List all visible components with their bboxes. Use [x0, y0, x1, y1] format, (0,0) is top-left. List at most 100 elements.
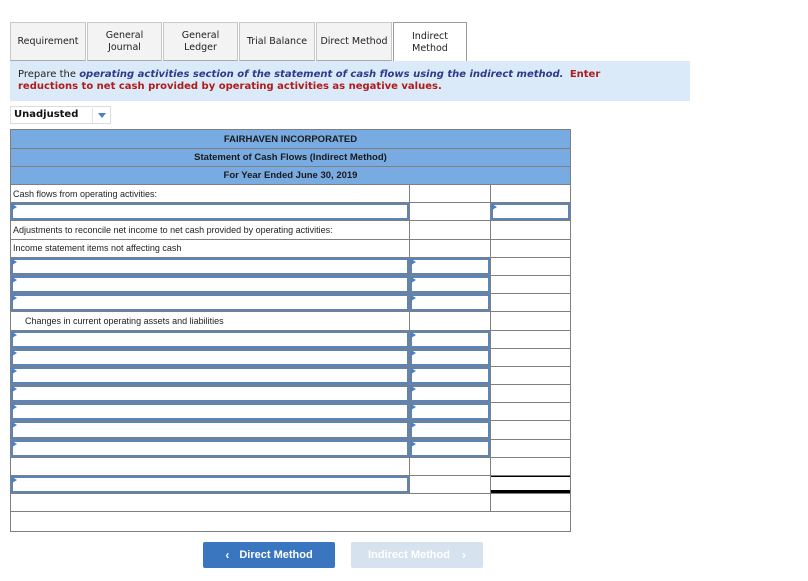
- label-cell: [11, 421, 410, 439]
- value-cell: [491, 203, 570, 221]
- change-item-amount-input[interactable]: [410, 348, 490, 366]
- table-row: Cash flows from operating activities:: [11, 185, 570, 204]
- value-cell: [410, 439, 491, 457]
- change-item-amount-input[interactable]: [410, 330, 490, 348]
- noncash-item-label-input[interactable]: [11, 294, 409, 312]
- change-item-amount-input[interactable]: [410, 439, 490, 457]
- table-row: [11, 421, 570, 440]
- empty-cell: [410, 476, 491, 494]
- empty-cell: [491, 421, 570, 438]
- change-item-label-input[interactable]: [11, 385, 409, 403]
- button-label: Indirect Method: [368, 549, 450, 561]
- select-value: Unadjusted: [14, 109, 79, 120]
- change-item-label-input[interactable]: [11, 366, 409, 385]
- value-cell: [410, 421, 491, 439]
- table-row: [11, 348, 570, 367]
- empty-cell: [491, 240, 570, 257]
- tab-general-journal[interactable]: General Journal: [87, 22, 162, 61]
- empty-cell: [491, 294, 570, 311]
- tab-label: Requirement: [17, 35, 79, 47]
- table-row: Changes in current operating assets and …: [11, 312, 570, 331]
- cash-flow-statement-table: FAIRHAVEN INCORPORATED Statement of Cash…: [10, 129, 571, 532]
- section-label-noncash-items: Income statement items not affecting cas…: [11, 239, 410, 257]
- value-cell: [410, 366, 491, 385]
- value-cell: [410, 275, 491, 294]
- change-item-amount-input[interactable]: [410, 421, 490, 439]
- label-cell: [11, 476, 410, 494]
- instruction-note-start: Enter: [569, 69, 601, 80]
- empty-cell: [491, 494, 570, 511]
- table-row: [11, 275, 570, 295]
- next-indirect-method-button[interactable]: Indirect Method ›: [351, 542, 483, 568]
- noncash-item-amount-input[interactable]: [410, 275, 490, 294]
- table-row: [11, 257, 570, 276]
- value-cell: [410, 257, 491, 275]
- empty-cell: [491, 312, 570, 329]
- table-row: [11, 385, 570, 404]
- tab-label: General Journal: [105, 29, 144, 53]
- prev-direct-method-button[interactable]: ‹ Direct Method: [203, 542, 335, 568]
- empty-cell: [491, 221, 570, 238]
- section-label-operating: Cash flows from operating activities:: [11, 185, 410, 203]
- label-cell: [11, 403, 410, 421]
- change-item-label-input[interactable]: [11, 439, 409, 457]
- empty-cell: [410, 203, 491, 221]
- chevron-down-icon[interactable]: [98, 113, 106, 118]
- value-cell: [410, 294, 491, 312]
- change-item-label-input[interactable]: [11, 421, 409, 439]
- change-item-label-input[interactable]: [11, 330, 409, 348]
- noncash-item-amount-input[interactable]: [410, 294, 490, 312]
- table-row: [11, 330, 570, 349]
- table-row: [11, 494, 570, 513]
- label-cell: [11, 366, 410, 385]
- tab-label: Indirect Method: [412, 30, 448, 54]
- empty-cell: [491, 367, 570, 384]
- label-cell: [11, 257, 410, 275]
- empty-cell: [491, 440, 570, 457]
- statement-title-header: Statement of Cash Flows (Indirect Method…: [11, 149, 570, 167]
- chevron-right-icon: ›: [461, 548, 466, 562]
- instruction-banner: Prepare the operating activities section…: [10, 61, 690, 101]
- empty-cell: [11, 512, 570, 530]
- table-row: [11, 294, 570, 313]
- noncash-item-label-input[interactable]: [11, 257, 409, 275]
- empty-cell: [491, 331, 570, 348]
- tab-direct-method[interactable]: Direct Method: [316, 22, 392, 61]
- table-row: [11, 203, 570, 222]
- net-cash-total-label-input[interactable]: [11, 476, 409, 494]
- value-cell: [410, 348, 491, 366]
- label-cell: [11, 348, 410, 366]
- empty-cell: [410, 221, 491, 239]
- empty-cell: [11, 494, 491, 512]
- tab-general-ledger[interactable]: General Ledger: [163, 22, 238, 61]
- noncash-item-amount-input[interactable]: [410, 257, 490, 275]
- change-item-amount-input[interactable]: [410, 385, 490, 403]
- noncash-item-label-input[interactable]: [11, 275, 409, 294]
- change-item-amount-input[interactable]: [410, 366, 490, 385]
- empty-cell: [11, 457, 410, 475]
- select-divider: [92, 108, 93, 123]
- instruction-note: reductions to net cash provided by opera…: [18, 81, 442, 92]
- table-row: [11, 439, 570, 458]
- value-cell: [410, 385, 491, 403]
- adjustment-view-select[interactable]: Unadjusted: [10, 106, 111, 124]
- empty-cell: [410, 312, 491, 330]
- empty-cell: [491, 276, 570, 293]
- tab-indirect-method[interactable]: Indirect Method: [393, 22, 467, 62]
- statement-period-header: For Year Ended June 30, 2019: [11, 167, 570, 185]
- table-row: [11, 476, 570, 495]
- label-cell: [11, 330, 410, 348]
- net-income-amount-input[interactable]: [491, 203, 570, 221]
- change-item-amount-input[interactable]: [410, 403, 490, 421]
- tab-trial-balance[interactable]: Trial Balance: [239, 22, 315, 61]
- table-row: [11, 457, 570, 476]
- button-label: Direct Method: [239, 549, 313, 561]
- value-cell: [410, 403, 491, 421]
- empty-cell: [491, 185, 570, 202]
- change-item-label-input[interactable]: [11, 348, 409, 366]
- empty-cell: [491, 258, 570, 275]
- change-item-label-input[interactable]: [11, 403, 409, 421]
- tab-requirement[interactable]: Requirement: [10, 22, 86, 61]
- net-income-label-input[interactable]: [11, 203, 409, 221]
- tab-bar: Requirement General Journal General Ledg…: [10, 22, 468, 62]
